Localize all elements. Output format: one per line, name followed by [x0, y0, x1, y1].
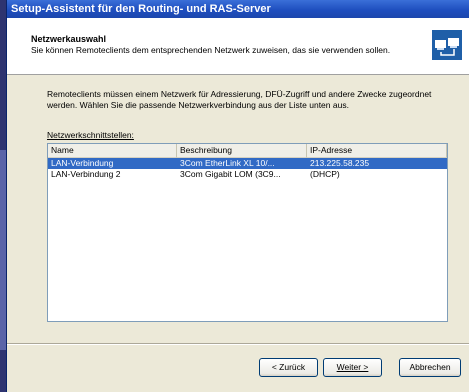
cancel-button[interactable]: Abbrechen	[399, 358, 461, 377]
cell-name: LAN-Verbindung 2	[51, 169, 121, 179]
list-row[interactable]: LAN-Verbindung 2 3Com Gigabit LOM (3C9..…	[48, 169, 447, 180]
cell-description: 3Com EtherLink XL 10/...	[180, 158, 275, 168]
back-button-label: < Zurück	[271, 362, 306, 372]
cancel-button-label: Abbrechen	[409, 362, 451, 372]
next-button-label: Weiter >	[336, 362, 369, 372]
window-titlebar[interactable]: Setup-Assistent für den Routing- und RAS…	[7, 0, 469, 18]
back-button[interactable]: < Zurück	[259, 358, 318, 377]
network-wizard-icon	[432, 30, 462, 60]
page-subtitle: Sie können Remoteclients dem entsprechen…	[31, 45, 391, 55]
cell-description: 3Com Gigabit LOM (3C9...	[180, 169, 281, 179]
wizard-header: Netzwerkauswahl Sie können Remoteclients…	[7, 18, 469, 75]
column-header-name[interactable]: Name	[48, 144, 177, 158]
cell-name: LAN-Verbindung	[51, 158, 114, 168]
cell-ip: (DHCP)	[310, 169, 340, 179]
network-interface-list[interactable]: Name Beschreibung IP-Adresse LAN-Verbind…	[47, 143, 448, 322]
wizard-window: Setup-Assistent für den Routing- und RAS…	[6, 0, 469, 392]
window-title: Setup-Assistent für den Routing- und RAS…	[11, 3, 271, 15]
column-header-description[interactable]: Beschreibung	[177, 144, 307, 158]
interface-list-label: Netzwerkschnittstellen:	[47, 130, 134, 140]
description-text: Remoteclients müssen einem Netzwerk für …	[47, 89, 432, 110]
column-header-ip[interactable]: IP-Adresse	[307, 144, 447, 158]
button-separator	[7, 343, 469, 345]
page-title: Netzwerkauswahl	[31, 34, 107, 44]
cell-ip: 213.225.58.235	[310, 158, 370, 168]
list-header: Name Beschreibung IP-Adresse	[48, 144, 447, 158]
next-button[interactable]: Weiter >	[323, 358, 382, 377]
list-row[interactable]: LAN-Verbindung 3Com EtherLink XL 10/... …	[48, 158, 447, 169]
